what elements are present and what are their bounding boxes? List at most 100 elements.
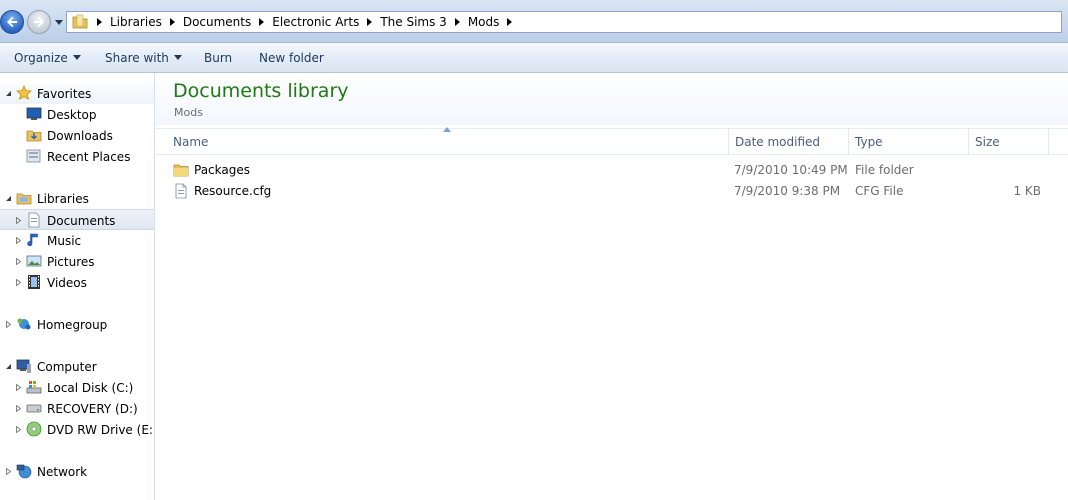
nav-documents[interactable]: Documents [0,209,154,230]
breadcrumb-separator-icon[interactable] [95,18,103,26]
forward-arrow-icon [34,16,44,28]
column-header-name[interactable]: Name [173,135,208,149]
file-type: CFG File [855,184,904,198]
nav-network[interactable]: Network [0,461,154,482]
file-row[interactable]: Resource.cfg 7/9/2010 9:38 PM CFG File 1… [155,181,1068,201]
command-bar: Organize Share with Burn New folder [0,43,1068,73]
file-date-modified: 7/9/2010 10:49 PM [734,163,848,177]
nav-network-label: Network [37,465,88,479]
nav-downloads[interactable]: Downloads [0,125,154,146]
back-button[interactable] [0,10,24,34]
nav-homegroup[interactable]: Homegroup [0,314,154,335]
file-name: Packages [194,163,250,177]
breadcrumb-the-sims-3[interactable]: The Sims 3 [380,15,446,29]
dropdown-arrow-icon [173,55,182,60]
nav-videos[interactable]: Videos [0,272,154,293]
collapse-arrow-icon[interactable] [5,363,12,370]
music-note-icon [27,233,38,247]
cfg-file-icon [175,183,187,199]
homegroup-icon [17,318,31,330]
library-header: Documents library Mods [155,73,1068,125]
column-divider[interactable] [848,129,849,155]
organize-button[interactable]: Organize [14,51,81,65]
file-list-pane: Documents library Mods Name Date modifie… [155,73,1068,500]
breadcrumb-separator-icon[interactable] [505,18,513,26]
nav-recent-places[interactable]: Recent Places [0,146,154,167]
burn-button[interactable]: Burn [204,51,232,65]
breadcrumb-separator-icon[interactable] [168,18,176,26]
nav-music[interactable]: Music [0,230,154,251]
recent-pages-dropdown-icon[interactable] [54,18,64,26]
network-icon [16,464,32,479]
collapse-arrow-icon[interactable] [5,90,12,97]
file-date-modified: 7/9/2010 9:38 PM [734,184,841,198]
nav-computer[interactable]: Computer [0,356,154,377]
nav-homegroup-label: Homegroup [37,318,108,332]
pictures-icon [26,255,42,267]
nav-dvd-drive-e[interactable]: DVD RW Drive (E:) Si [0,419,154,440]
nav-libraries[interactable]: Libraries [0,188,154,209]
expand-arrow-icon[interactable] [15,279,22,286]
column-divider[interactable] [1048,129,1049,155]
library-subtitle: Mods [174,106,203,119]
expand-arrow-icon[interactable] [5,468,12,475]
library-folder-icon [72,14,88,29]
nav-recovery-label: RECOVERY (D:) [47,402,138,416]
breadcrumb-mods[interactable]: Mods [468,15,500,29]
desktop-icon [26,107,42,120]
expand-arrow-icon[interactable] [15,384,22,391]
column-header-size[interactable]: Size [975,135,1000,149]
address-bar[interactable]: Libraries Documents Electronic Arts The … [66,11,1062,33]
expand-arrow-icon[interactable] [15,217,22,224]
breadcrumb-separator-icon[interactable] [453,18,461,26]
nav-videos-label: Videos [47,276,87,290]
nav-pictures-label: Pictures [47,255,95,269]
file-size: 1 KB [1013,184,1041,198]
recent-places-icon [26,149,41,163]
breadcrumb-separator-icon[interactable] [365,18,373,26]
nav-favorites[interactable]: Favorites [0,83,154,104]
libraries-icon [16,193,32,205]
forward-button[interactable] [27,10,51,34]
expand-arrow-icon[interactable] [5,321,12,328]
file-row[interactable]: Packages 7/9/2010 10:49 PM File folder [155,160,1068,180]
dropdown-arrow-icon [72,55,81,60]
column-header-type[interactable]: Type [855,135,883,149]
expand-arrow-icon[interactable] [15,237,22,244]
nav-recovery-d[interactable]: RECOVERY (D:) [0,398,154,419]
burn-label: Burn [204,51,233,65]
sort-ascending-icon [443,127,451,132]
breadcrumb-documents[interactable]: Documents [183,15,251,29]
nav-desktop[interactable]: Desktop [0,104,154,125]
address-toolbar: Libraries Documents Electronic Arts The … [0,0,1068,43]
hard-drive-icon [26,404,42,413]
column-header-date-modified[interactable]: Date modified [735,135,820,149]
expand-arrow-icon[interactable] [15,405,22,412]
nav-dvd-drive-label: DVD RW Drive (E:) Si [47,423,154,437]
expand-arrow-icon[interactable] [15,426,22,433]
column-divider[interactable] [728,129,729,155]
nav-recent-places-label: Recent Places [47,150,131,164]
new-folder-button[interactable]: New folder [259,51,324,65]
nav-pictures[interactable]: Pictures [0,251,154,272]
computer-icon [16,359,31,373]
breadcrumb-libraries[interactable]: Libraries [110,15,162,29]
expand-arrow-icon[interactable] [15,258,22,265]
breadcrumb-separator-icon[interactable] [257,18,265,26]
dvd-drive-icon [26,421,42,437]
breadcrumb-electronic-arts[interactable]: Electronic Arts [272,15,359,29]
navigation-pane: Favorites Desktop Downloads Recent Place… [0,73,155,500]
system-drive-icon [26,381,42,394]
back-arrow-icon [7,16,17,28]
column-header-row: Name Date modified Type Size [155,127,1068,155]
nav-libraries-label: Libraries [37,192,89,206]
column-divider[interactable] [968,129,969,155]
downloads-folder-icon [26,130,42,142]
nav-local-disk-c[interactable]: Local Disk (C:) [0,377,154,398]
new-folder-label: New folder [259,51,324,65]
nav-computer-label: Computer [37,360,97,374]
collapse-arrow-icon[interactable] [5,195,12,202]
nav-desktop-label: Desktop [47,108,97,122]
share-with-button[interactable]: Share with [105,51,182,65]
folder-icon [173,164,189,177]
